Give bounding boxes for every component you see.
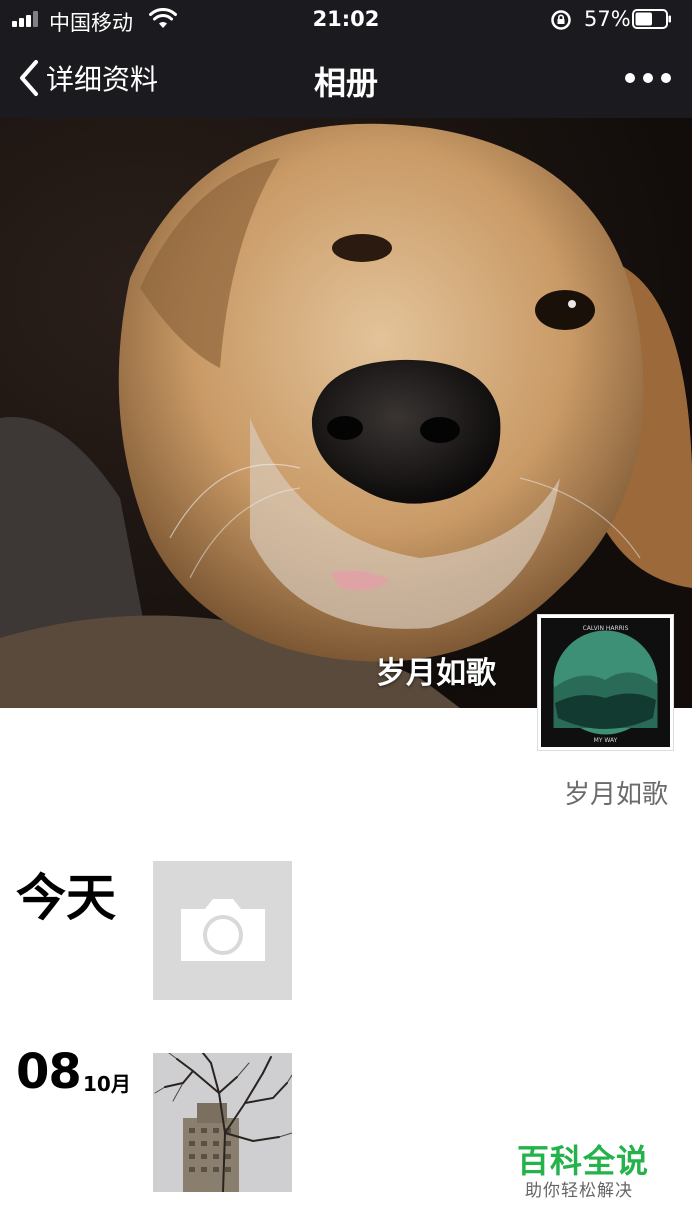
photo-thumbnail[interactable] — [153, 1053, 292, 1192]
battery-icon — [632, 9, 671, 29]
rotation-lock-icon — [551, 10, 571, 30]
nav-bar: 详细资料 相册 — [0, 40, 692, 118]
album-art: CALVIN HARRIS MY WAY — [541, 618, 670, 747]
battery-percentage: 57% — [584, 7, 631, 31]
add-photo-button[interactable] — [153, 861, 292, 1000]
entry-date-month: 10月 — [83, 1072, 131, 1096]
profile-name: 岁月如歌 — [563, 780, 668, 810]
building-photo — [153, 1053, 292, 1192]
album-art-subtitle: MY WAY — [594, 737, 618, 744]
status-bar: 中国移动 21:02 57% — [0, 0, 692, 40]
album-art-title: CALVIN HARRIS — [583, 625, 629, 632]
camera-icon — [181, 899, 265, 961]
cover-name-overlay: 岁月如歌 — [376, 656, 496, 691]
watermark-subtitle: 助你轻松解决 — [525, 1181, 633, 1201]
today-label: 今天 — [16, 869, 116, 927]
entry-date-day: 08 — [16, 1044, 82, 1100]
page-title: 相册 — [313, 64, 378, 102]
more-options-icon[interactable] — [620, 68, 676, 88]
avatar[interactable]: CALVIN HARRIS MY WAY — [537, 614, 674, 751]
